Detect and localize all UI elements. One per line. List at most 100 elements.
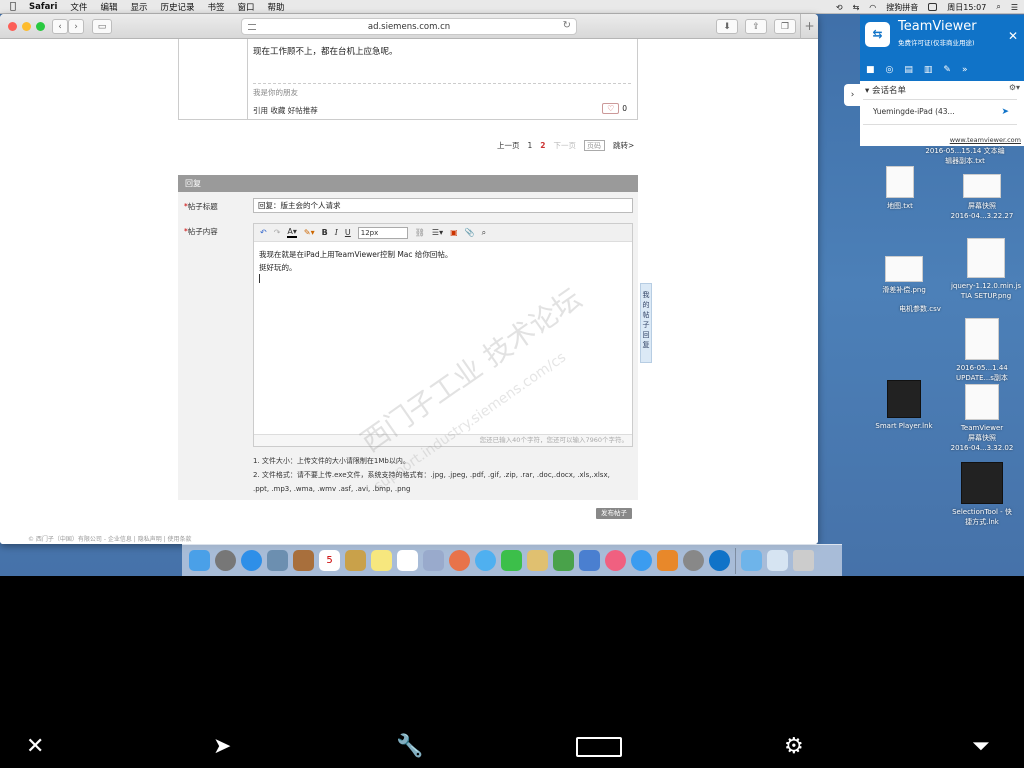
- session-entry[interactable]: Yuemingde-iPad (43... ➤: [863, 99, 1017, 125]
- zoom-window-button[interactable]: [36, 22, 45, 31]
- numbers-icon[interactable]: [553, 550, 574, 571]
- chat-icon[interactable]: ▤: [904, 65, 913, 75]
- teamviewer-dock-icon[interactable]: [709, 550, 730, 571]
- trash-icon[interactable]: [793, 550, 814, 571]
- more-icon[interactable]: »: [962, 65, 968, 75]
- keynote-icon[interactable]: [579, 550, 600, 571]
- downloads-button[interactable]: ⬇: [716, 19, 738, 34]
- keyboard-icon[interactable]: [576, 737, 622, 757]
- wrench-icon[interactable]: 🔧: [396, 735, 423, 759]
- reminders-icon[interactable]: [397, 550, 418, 571]
- app-store-icon[interactable]: [631, 550, 652, 571]
- wifi-icon[interactable]: ◠: [869, 3, 876, 12]
- notification-icon[interactable]: ☰: [1011, 3, 1018, 12]
- image-icon[interactable]: ▣: [450, 228, 458, 237]
- desktop-icon[interactable]: jquery-1.12.0.min.js TIA SETUP.png: [946, 238, 1024, 301]
- desktop-icon[interactable]: TeamViewer 屏幕快照 2016-04...3.32.02: [942, 384, 1022, 453]
- publish-post-button[interactable]: 发布帖子: [596, 508, 632, 519]
- close-icon[interactable]: ✕: [1008, 29, 1018, 43]
- calendar-icon[interactable]: 5: [319, 550, 340, 571]
- contacts-icon[interactable]: [293, 550, 314, 571]
- pencil-app-icon[interactable]: [345, 550, 366, 571]
- font-color-icon[interactable]: A▾: [287, 227, 297, 238]
- desktop-icon[interactable]: 屏幕快照 2016-04...3.22.27: [942, 174, 1022, 221]
- close-window-button[interactable]: [8, 22, 17, 31]
- link-icon[interactable]: ⛓: [415, 228, 425, 237]
- documents-stack-icon[interactable]: [767, 550, 788, 571]
- attachment-icon[interactable]: 📎: [465, 228, 475, 237]
- new-tab-button[interactable]: +: [800, 14, 818, 39]
- mouse-pointer-icon[interactable]: ➤: [213, 735, 231, 759]
- desktop-icon[interactable]: 电机参数.csv: [880, 304, 960, 314]
- prev-page-link[interactable]: 上一页: [497, 140, 520, 151]
- back-button[interactable]: ‹: [52, 19, 68, 34]
- floating-side-tab[interactable]: 我的帖子 回复: [640, 283, 652, 363]
- font-size-select[interactable]: 12px: [357, 226, 408, 239]
- battery-icon[interactable]: [928, 3, 938, 11]
- post-actions[interactable]: 引用 收藏 好帖推荐: [253, 105, 318, 116]
- desktop-icon[interactable]: Smart Player.lnk: [864, 380, 944, 431]
- menu-help[interactable]: 帮助: [268, 1, 285, 13]
- menu-bookmarks[interactable]: 书签: [207, 1, 224, 13]
- teamviewer-status-icon[interactable]: ⇆: [853, 3, 860, 12]
- search-icon[interactable]: ⌕: [996, 2, 1000, 12]
- headset-icon[interactable]: ◎: [886, 65, 894, 75]
- redo-icon[interactable]: ↷: [274, 228, 281, 237]
- desktop-icon[interactable]: 2016-05...15.14 文本编辑器副本.txt: [925, 146, 1005, 166]
- editor-content[interactable]: 我现在就是在iPad上用TeamViewer控制 Mac 给你回帖。 挺好玩的。: [259, 248, 452, 287]
- system-preferences-icon[interactable]: [683, 550, 704, 571]
- post-title-input[interactable]: 回复：版主会的个人请求: [253, 198, 633, 213]
- desktop-icon[interactable]: 2016-05...1.44 UPDATE...s副本: [942, 318, 1022, 383]
- minimize-window-button[interactable]: [22, 22, 31, 31]
- desktop-icon[interactable]: 地图.txt: [860, 166, 940, 211]
- apple-menu-icon[interactable]: : [10, 1, 16, 12]
- zoom-icon[interactable]: ⌕: [482, 228, 486, 238]
- close-session-icon[interactable]: ✕: [26, 735, 44, 759]
- tabs-button[interactable]: ❐: [774, 19, 796, 34]
- teamviewer-link[interactable]: www.teamviewer.com: [950, 136, 1021, 144]
- share-button[interactable]: ⇪: [745, 19, 767, 34]
- time-machine-icon[interactable]: ⟲: [836, 3, 843, 12]
- page-number-input[interactable]: 页码: [584, 140, 605, 151]
- input-method[interactable]: 搜狗拼音: [886, 2, 918, 13]
- menu-history[interactable]: 历史记录: [160, 1, 194, 13]
- menu-edit[interactable]: 编辑: [100, 1, 117, 13]
- page-1-link[interactable]: 1: [528, 141, 533, 150]
- address-bar[interactable]: ad.siemens.com.cn ↻: [241, 18, 577, 35]
- downloads-folder-icon[interactable]: [741, 550, 762, 571]
- itunes-icon[interactable]: [605, 550, 626, 571]
- menu-app[interactable]: Safari: [29, 2, 57, 12]
- sidebar-toggle-button[interactable]: ▭: [92, 19, 112, 34]
- underline-button[interactable]: U: [345, 228, 351, 237]
- list-icon[interactable]: ☰▾: [432, 228, 443, 237]
- menu-view[interactable]: 显示: [130, 1, 147, 13]
- finder-icon[interactable]: [189, 550, 210, 571]
- reload-icon[interactable]: ↻: [563, 20, 571, 31]
- italic-button[interactable]: I: [335, 228, 338, 237]
- highlight-color-icon[interactable]: ✎▾: [304, 228, 315, 237]
- pen-icon[interactable]: ✎: [943, 65, 951, 75]
- gear-icon[interactable]: ⚙: [784, 735, 804, 759]
- safari-icon[interactable]: [241, 550, 262, 571]
- heart-icon[interactable]: ♡: [602, 103, 620, 114]
- photos-icon[interactable]: [449, 550, 470, 571]
- menu-window[interactable]: 窗口: [238, 1, 255, 13]
- ibooks-icon[interactable]: [657, 550, 678, 571]
- pages-icon[interactable]: [527, 550, 548, 571]
- forward-button[interactable]: ›: [68, 19, 84, 34]
- video-icon[interactable]: ■: [866, 65, 875, 75]
- desktop-icon[interactable]: 滑差补偿.png: [864, 256, 944, 295]
- undo-icon[interactable]: ↶: [260, 228, 267, 237]
- menu-file[interactable]: 文件: [70, 1, 87, 13]
- file-icon[interactable]: ▥: [924, 65, 933, 75]
- bold-button[interactable]: B: [322, 228, 328, 237]
- collapse-toolbar-icon[interactable]: ⏷: [972, 735, 990, 759]
- messages-icon[interactable]: [475, 550, 496, 571]
- photos-app-icon[interactable]: [267, 550, 288, 571]
- launchpad-icon[interactable]: [215, 550, 236, 571]
- teamviewer-expand-button[interactable]: ›: [844, 84, 861, 106]
- goto-page-button[interactable]: 跳转>: [613, 140, 634, 151]
- gear-icon[interactable]: ⚙▾: [1009, 83, 1020, 92]
- maps-icon[interactable]: [423, 550, 444, 571]
- desktop-icon[interactable]: SelectionTool - 快 捷方式.lnk: [942, 462, 1022, 527]
